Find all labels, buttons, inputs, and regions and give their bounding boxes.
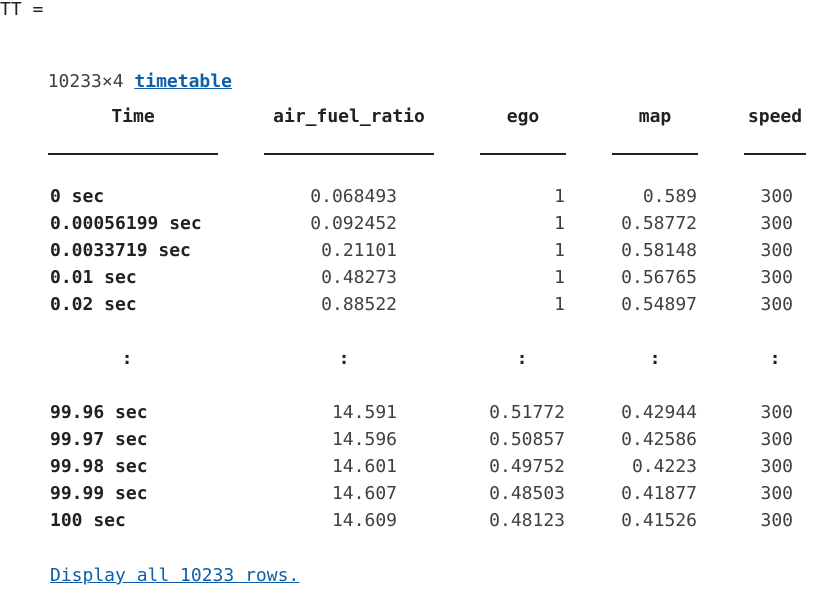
cell-time: 0 sec bbox=[50, 186, 105, 207]
cell-time: 99.97 sec bbox=[50, 429, 148, 450]
table-size-line: 10233×4 timetable bbox=[26, 52, 232, 92]
ellipsis-ego: : bbox=[516, 348, 528, 369]
ellipsis-map: : bbox=[649, 348, 661, 369]
cell-speed: 300 bbox=[760, 294, 793, 315]
cell-air-fuel-ratio: 14.601 bbox=[331, 456, 397, 477]
table-dimensions: 10233×4 bbox=[47, 71, 124, 92]
cell-air-fuel-ratio: 0.48273 bbox=[321, 267, 397, 288]
cell-speed: 300 bbox=[760, 429, 793, 450]
cell-speed: 300 bbox=[760, 267, 793, 288]
column-underline-ego bbox=[480, 153, 566, 155]
cell-air-fuel-ratio: 14.596 bbox=[331, 429, 397, 450]
cell-time: 0.01 sec bbox=[50, 267, 137, 288]
cell-air-fuel-ratio: 14.607 bbox=[331, 483, 397, 504]
cell-time: 99.98 sec bbox=[50, 456, 148, 477]
ellipsis-time: : bbox=[121, 348, 133, 369]
cell-air-fuel-ratio: 0.068493 bbox=[310, 186, 397, 207]
cell-time: 99.96 sec bbox=[50, 402, 148, 423]
cell-air-fuel-ratio: 14.591 bbox=[331, 402, 397, 423]
ellipsis-speed: : bbox=[769, 348, 781, 369]
column-underline-time bbox=[48, 153, 218, 155]
cell-air-fuel-ratio: 0.092452 bbox=[310, 213, 397, 234]
cell-time: 99.99 sec bbox=[50, 483, 148, 504]
ellipsis-air-fuel-ratio: : bbox=[338, 348, 350, 369]
cell-air-fuel-ratio: 0.21101 bbox=[321, 240, 397, 261]
cell-speed: 300 bbox=[760, 186, 793, 207]
cell-air-fuel-ratio: 14.609 bbox=[331, 510, 397, 531]
cell-air-fuel-ratio: 0.88522 bbox=[321, 294, 397, 315]
column-header-air-fuel-ratio: air_fuel_ratio bbox=[273, 106, 425, 127]
column-underline-air-fuel-ratio bbox=[264, 153, 434, 155]
column-header-speed: speed bbox=[747, 106, 803, 127]
timetable-type-link[interactable]: timetable bbox=[134, 71, 232, 92]
cell-speed: 300 bbox=[760, 483, 793, 504]
column-underline-map bbox=[612, 153, 698, 155]
variable-name-line: TT = bbox=[0, 0, 44, 20]
display-all-rows-link[interactable]: Display all 10233 rows. bbox=[50, 566, 299, 586]
cell-speed: 300 bbox=[760, 456, 793, 477]
cell-speed: 300 bbox=[760, 240, 793, 261]
column-header-time: Time bbox=[111, 106, 155, 127]
cell-time: 0.0033719 sec bbox=[50, 240, 191, 261]
cell-speed: 300 bbox=[760, 213, 793, 234]
cell-time: 0.00056199 sec bbox=[50, 213, 202, 234]
cell-time: 0.02 sec bbox=[50, 294, 137, 315]
cell-speed: 300 bbox=[760, 402, 793, 423]
cell-speed: 300 bbox=[760, 510, 793, 531]
cell-time: 100 sec bbox=[50, 510, 126, 531]
column-underline-speed bbox=[744, 153, 806, 155]
